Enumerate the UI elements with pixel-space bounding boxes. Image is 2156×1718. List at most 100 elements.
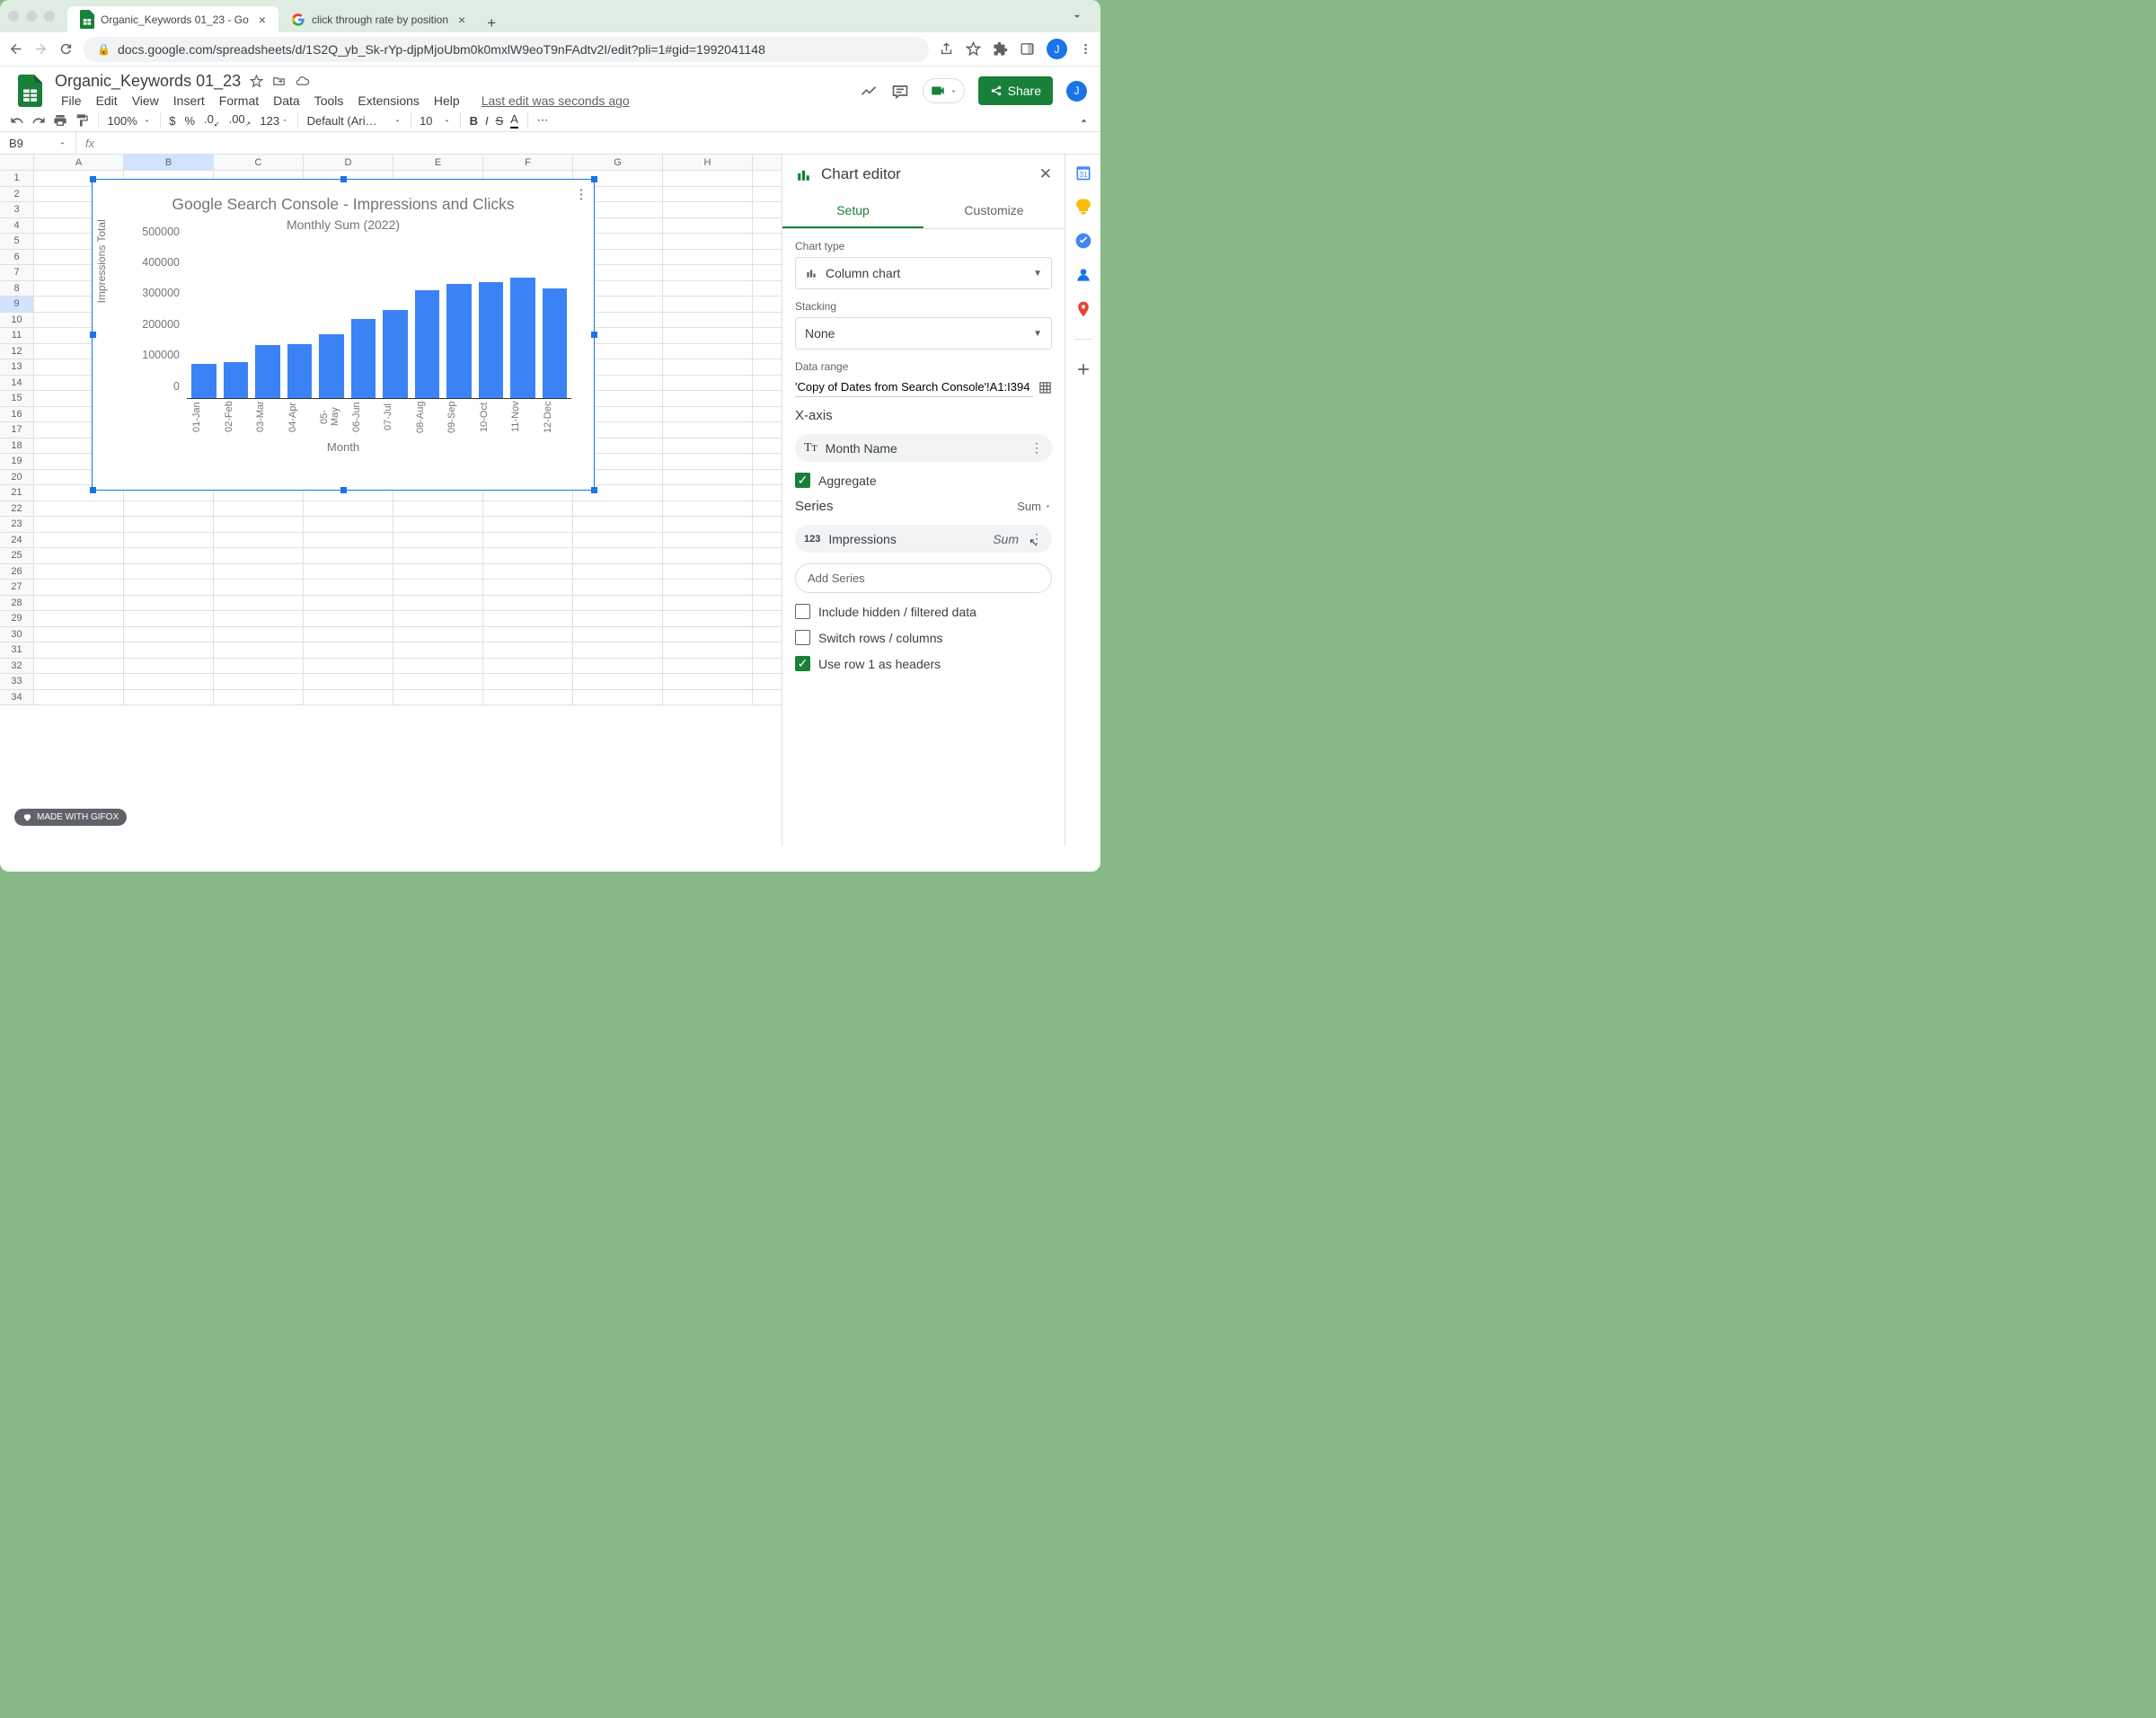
bar[interactable] — [415, 290, 440, 398]
bar[interactable] — [510, 278, 535, 397]
keep-icon[interactable] — [1074, 198, 1092, 216]
contacts-icon[interactable] — [1074, 266, 1092, 284]
move-icon[interactable] — [272, 75, 286, 88]
row-header[interactable]: 10 — [0, 313, 34, 328]
extensions-icon[interactable] — [993, 41, 1008, 57]
col-header-D[interactable]: D — [304, 155, 393, 170]
row-header[interactable]: 34 — [0, 690, 34, 705]
row-header[interactable]: 15 — [0, 391, 34, 406]
stacking-select[interactable]: None ▼ — [795, 317, 1052, 350]
tabs-overflow-icon[interactable] — [1071, 10, 1092, 22]
paint-format-button[interactable] — [75, 113, 89, 128]
spreadsheet-grid[interactable]: A B C D E F G H 123456789101112131415161… — [0, 155, 782, 846]
bar[interactable] — [287, 344, 313, 398]
new-tab-button[interactable]: + — [478, 14, 505, 32]
font-size-select[interactable]: 10 — [420, 114, 451, 128]
row-header[interactable]: 28 — [0, 596, 34, 611]
last-edit-link[interactable]: Last edit was seconds ago — [475, 92, 636, 110]
doc-title[interactable]: Organic_Keywords 01_23 — [55, 72, 241, 91]
share-site-icon[interactable] — [939, 41, 954, 57]
row-header[interactable]: 12 — [0, 344, 34, 359]
redo-button[interactable] — [31, 113, 46, 128]
menu-tools[interactable]: Tools — [308, 92, 350, 110]
bar[interactable] — [479, 282, 504, 397]
format-currency[interactable]: $ — [169, 114, 175, 128]
comments-icon[interactable] — [891, 82, 909, 100]
row-header[interactable]: 8 — [0, 281, 34, 297]
menu-extensions[interactable]: Extensions — [351, 92, 425, 110]
close-window[interactable] — [8, 11, 19, 22]
row-header[interactable]: 17 — [0, 422, 34, 438]
select-range-icon[interactable] — [1038, 381, 1052, 394]
chart-type-select[interactable]: Column chart ▼ — [795, 257, 1052, 289]
menu-edit[interactable]: Edit — [90, 92, 124, 110]
sidepanel-toggle-icon[interactable] — [1020, 41, 1035, 57]
reload-button[interactable] — [58, 41, 74, 57]
bar[interactable] — [319, 334, 344, 397]
name-box[interactable]: B9 — [0, 132, 76, 154]
row-header[interactable]: 27 — [0, 580, 34, 595]
row-header[interactable]: 21 — [0, 485, 34, 500]
col-header-B[interactable]: B — [124, 155, 214, 170]
row-header[interactable]: 9 — [0, 297, 34, 312]
browser-tab-0[interactable]: Organic_Keywords 01_23 - Go × — [67, 6, 278, 32]
format-percent[interactable]: % — [184, 114, 195, 128]
aggregate-checkbox[interactable]: ✓ Aggregate — [795, 473, 1052, 488]
menu-help[interactable]: Help — [428, 92, 466, 110]
star-icon[interactable] — [250, 75, 263, 88]
maximize-window[interactable] — [44, 11, 55, 22]
add-series-button[interactable]: Add Series — [795, 563, 1052, 593]
italic-button[interactable]: I — [485, 114, 489, 128]
row-header[interactable]: 30 — [0, 627, 34, 642]
add-addon-icon[interactable] — [1074, 360, 1092, 378]
row-header[interactable]: 22 — [0, 501, 34, 517]
data-range-input[interactable] — [795, 377, 1033, 397]
close-tab-icon[interactable]: × — [259, 13, 266, 27]
account-avatar[interactable]: J — [1066, 81, 1087, 102]
minimize-window[interactable] — [26, 11, 37, 22]
bar[interactable] — [255, 345, 280, 397]
strikethrough-button[interactable]: S — [496, 114, 504, 128]
bar[interactable] — [543, 288, 568, 397]
cloud-status-icon[interactable] — [295, 75, 310, 88]
share-button[interactable]: Share — [978, 76, 1053, 105]
formula-bar[interactable]: fx — [76, 137, 103, 150]
maps-icon[interactable] — [1074, 300, 1092, 318]
row-header[interactable]: 26 — [0, 564, 34, 580]
row-header[interactable]: 14 — [0, 376, 34, 391]
zoom-select[interactable]: 100% — [108, 114, 151, 128]
row-header[interactable]: 11 — [0, 328, 34, 343]
row-header[interactable]: 24 — [0, 533, 34, 548]
series-field-chip[interactable]: 123 Impressions Sum ⋮ ↖ — [795, 525, 1052, 553]
bar[interactable] — [351, 319, 376, 397]
row-header[interactable]: 29 — [0, 611, 34, 626]
menu-insert[interactable]: Insert — [167, 92, 211, 110]
undo-button[interactable] — [10, 113, 24, 128]
url-input[interactable]: 🔒 docs.google.com/spreadsheets/d/1S2Q_yb… — [84, 37, 929, 62]
series-aggregate-select[interactable]: Sum — [1017, 500, 1052, 513]
bar[interactable] — [446, 284, 472, 398]
row-header[interactable]: 6 — [0, 250, 34, 265]
close-panel-icon[interactable]: ✕ — [1039, 165, 1052, 183]
row-header[interactable]: 20 — [0, 470, 34, 485]
row-header[interactable]: 18 — [0, 438, 34, 454]
meet-button[interactable] — [923, 78, 965, 103]
col-header-A[interactable]: A — [34, 155, 124, 170]
forward-button[interactable] — [33, 41, 49, 57]
explore-icon[interactable] — [860, 82, 878, 100]
font-select[interactable]: Default (Ari… — [307, 114, 402, 128]
row-header[interactable]: 1 — [0, 171, 34, 186]
bar[interactable] — [191, 364, 216, 398]
bookmark-icon[interactable] — [966, 41, 981, 57]
bar[interactable] — [224, 362, 249, 397]
row-header[interactable]: 5 — [0, 234, 34, 249]
row-header[interactable]: 19 — [0, 454, 34, 469]
tab-customize[interactable]: Customize — [923, 194, 1065, 228]
embedded-chart[interactable]: ⋮ Google Search Console - Impressions an… — [92, 179, 595, 491]
row-header[interactable]: 3 — [0, 202, 34, 217]
row-header[interactable]: 13 — [0, 359, 34, 375]
row-header[interactable]: 23 — [0, 517, 34, 532]
number-format[interactable]: 123 — [260, 114, 288, 128]
bar[interactable] — [383, 310, 408, 397]
bold-button[interactable]: B — [470, 114, 478, 128]
